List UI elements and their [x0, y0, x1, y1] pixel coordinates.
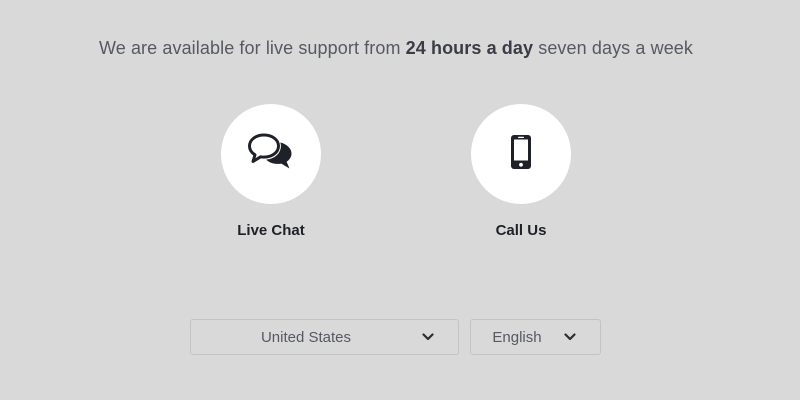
call-us-label[interactable]: Call Us	[496, 222, 547, 239]
call-us-option[interactable]: Call Us	[471, 104, 571, 239]
language-select[interactable]: English	[470, 319, 601, 355]
chevron-down-icon	[421, 332, 435, 342]
support-hours-highlight: 24 hours a day	[405, 38, 534, 58]
live-chat-option[interactable]: Live Chat	[221, 104, 321, 239]
mobile-phone-icon	[510, 134, 532, 175]
country-select-value: United States	[260, 328, 352, 346]
support-text-end: seven days a week	[533, 38, 694, 58]
call-us-circle[interactable]	[471, 104, 571, 204]
chat-bubbles-icon	[247, 132, 295, 177]
chevron-down-icon	[563, 332, 577, 342]
language-select-value: English	[492, 328, 542, 346]
live-chat-circle[interactable]	[221, 104, 321, 204]
live-chat-label[interactable]: Live Chat	[237, 222, 305, 239]
support-text-start: We are available for live support from	[98, 38, 406, 58]
country-select[interactable]: United States	[190, 319, 459, 355]
support-availability-text: We are available for live support from 2…	[0, 38, 792, 59]
